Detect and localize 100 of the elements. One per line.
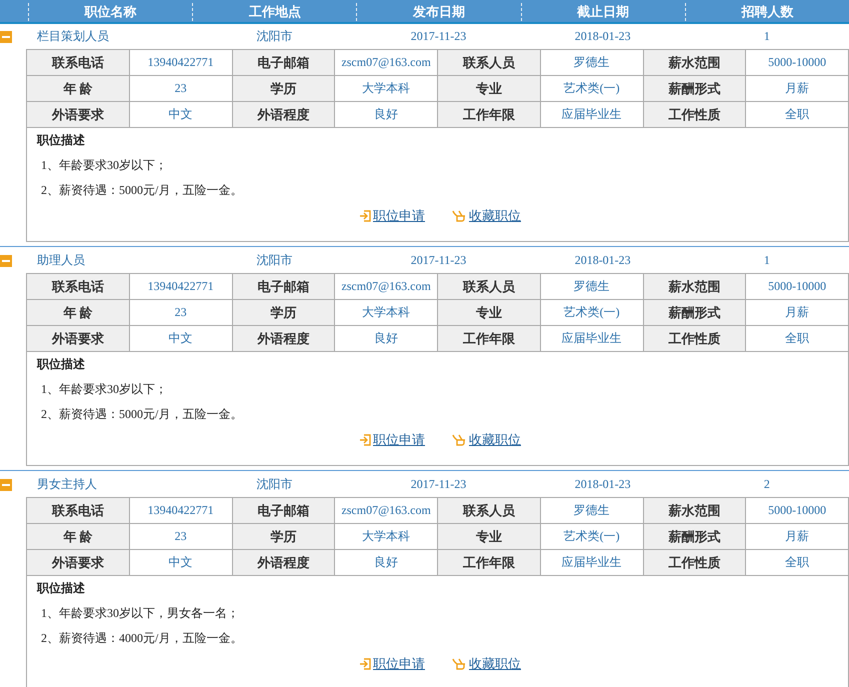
- value-cell: 23: [130, 524, 232, 550]
- value-cell: 5000-10000: [746, 274, 849, 300]
- label-cell: 专业: [438, 300, 541, 326]
- value-cell: 全职: [746, 550, 849, 576]
- label-cell: 学历: [232, 300, 336, 326]
- label-cell: 外语要求: [27, 102, 130, 128]
- description-line: 1、年龄要求30岁以下；: [40, 381, 168, 397]
- enter-icon: [359, 658, 371, 670]
- job-title[interactable]: 助理人员: [28, 252, 192, 269]
- label-cell: 工作性质: [644, 102, 746, 128]
- label-cell: 联系电话: [27, 498, 130, 524]
- apply-link[interactable]: 职位申请: [359, 431, 425, 449]
- value-cell: 13940422771: [130, 50, 232, 76]
- value-cell: 应届毕业生: [540, 102, 644, 128]
- headcount: 2: [762, 477, 771, 492]
- job-location: 沈阳市: [255, 476, 294, 493]
- value-cell: 罗德生: [540, 50, 644, 76]
- description-heading: 职位描述: [37, 580, 86, 596]
- label-cell: 薪酬形式: [644, 300, 746, 326]
- publish-date: 2017-11-23: [410, 253, 468, 268]
- job-title[interactable]: 男女主持人: [28, 476, 192, 493]
- value-cell: 应届毕业生: [540, 326, 644, 352]
- value-cell: 5000-10000: [746, 498, 849, 524]
- value-cell: 月薪: [746, 524, 849, 550]
- column-header: 职位名称: [28, 3, 192, 21]
- apply-link[interactable]: 职位申请: [359, 655, 425, 673]
- collapse-icon[interactable]: [0, 30, 12, 42]
- publish-date: 2017-11-23: [410, 477, 468, 492]
- value-cell: 艺术类(一): [540, 300, 644, 326]
- label-cell: 年 龄: [27, 76, 130, 102]
- value-cell: 中文: [130, 102, 232, 128]
- enter-icon: [359, 210, 371, 222]
- job-location: 沈阳市: [255, 28, 294, 45]
- value-cell: 中文: [130, 326, 232, 352]
- value-cell: 应届毕业生: [540, 550, 644, 576]
- label-cell: 外语程度: [232, 326, 336, 352]
- value-cell: 23: [130, 300, 232, 326]
- label-cell: 薪水范围: [644, 498, 746, 524]
- description-line: 1、年龄要求30岁以下，男女各一名；: [40, 605, 240, 621]
- column-header: 发布日期: [356, 3, 521, 21]
- value-cell: 罗德生: [540, 498, 644, 524]
- description-heading: 职位描述: [37, 132, 86, 148]
- value-cell: 13940422771: [130, 274, 232, 300]
- description-line: 2、薪资待遇：5000元/月，五险一金。: [40, 406, 244, 422]
- favorite-link[interactable]: 收藏职位: [451, 655, 521, 673]
- label-cell: 电子邮箱: [232, 274, 336, 300]
- value-cell: 中文: [130, 550, 232, 576]
- description-heading: 职位描述: [37, 356, 86, 372]
- label-cell: 工作年限: [438, 102, 541, 128]
- description-line: 2、薪资待遇：4000元/月，五险一金。: [40, 630, 244, 646]
- label-cell: 专业: [438, 524, 541, 550]
- publish-date: 2017-11-23: [410, 29, 468, 44]
- label-cell: 外语要求: [27, 550, 130, 576]
- label-cell: 联系人员: [438, 50, 541, 76]
- label-cell: 年 龄: [27, 524, 130, 550]
- label-cell: 电子邮箱: [232, 50, 336, 76]
- headcount: 1: [762, 253, 771, 268]
- value-cell: 13940422771: [130, 498, 232, 524]
- enter-icon: [359, 434, 371, 446]
- label-cell: 年 龄: [27, 300, 130, 326]
- job-title[interactable]: 栏目策划人员: [28, 28, 192, 45]
- value-cell: 艺术类(一): [540, 524, 644, 550]
- collapse-icon[interactable]: [0, 254, 12, 266]
- label-cell: 薪酬形式: [644, 76, 746, 102]
- label-cell: 联系电话: [27, 274, 130, 300]
- favorite-link[interactable]: 收藏职位: [451, 431, 521, 449]
- value-cell: 全职: [746, 102, 849, 128]
- deadline-date: 2018-01-23: [574, 253, 632, 268]
- collapse-icon[interactable]: [0, 478, 12, 490]
- value-cell: 23: [130, 76, 232, 102]
- label-cell: 工作性质: [644, 326, 746, 352]
- job-location: 沈阳市: [255, 252, 294, 269]
- column-header: 工作地点: [192, 3, 356, 21]
- value-cell: 全职: [746, 326, 849, 352]
- label-cell: 学历: [232, 76, 336, 102]
- description-line: 2、薪资待遇：5000元/月，五险一金。: [40, 182, 244, 198]
- apply-link[interactable]: 职位申请: [359, 207, 425, 225]
- label-cell: 工作年限: [438, 326, 541, 352]
- favorite-link[interactable]: 收藏职位: [451, 207, 521, 225]
- label-cell: 薪水范围: [644, 274, 746, 300]
- label-cell: 外语要求: [27, 326, 130, 352]
- label-cell: 联系人员: [438, 498, 541, 524]
- label-cell: 工作年限: [438, 550, 541, 576]
- deadline-date: 2018-01-23: [574, 29, 632, 44]
- label-cell: 薪酬形式: [644, 524, 746, 550]
- label-cell: 学历: [232, 524, 336, 550]
- headcount: 1: [762, 29, 771, 44]
- value-cell: 月薪: [746, 300, 849, 326]
- value-cell: 月薪: [746, 76, 849, 102]
- label-cell: 电子邮箱: [232, 498, 336, 524]
- value-cell: 5000-10000: [746, 50, 849, 76]
- value-cell: 艺术类(一): [540, 76, 644, 102]
- label-cell: 专业: [438, 76, 541, 102]
- label-cell: 工作性质: [644, 550, 746, 576]
- description-line: 1、年龄要求30岁以下；: [40, 157, 168, 173]
- deadline-date: 2018-01-23: [574, 477, 632, 492]
- label-cell: 联系电话: [27, 50, 130, 76]
- label-cell: 外语程度: [232, 102, 336, 128]
- column-header: 招聘人数: [684, 3, 849, 21]
- value-cell: 罗德生: [540, 274, 644, 300]
